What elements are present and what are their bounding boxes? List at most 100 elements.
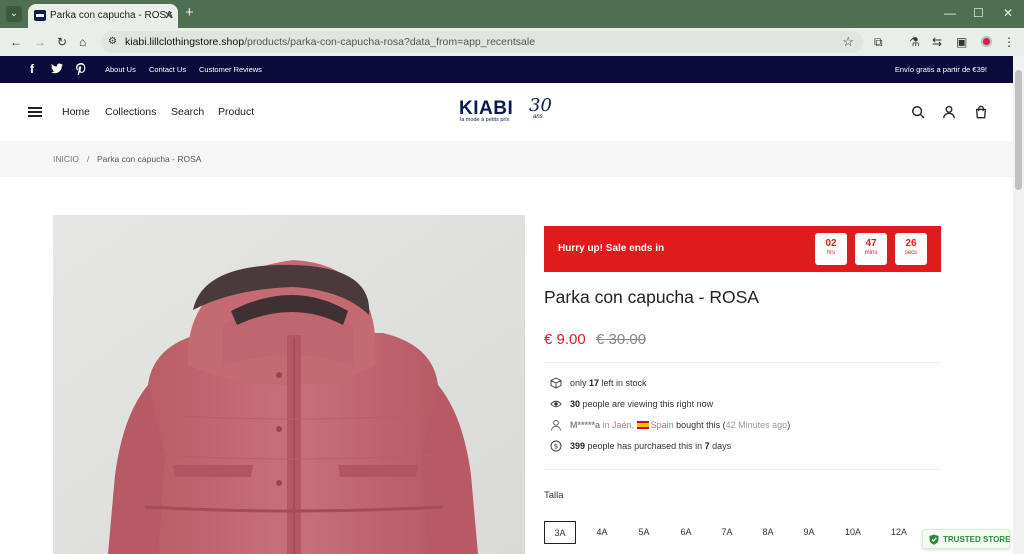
breadcrumb-home-link[interactable]: INICIO [53,154,79,164]
logo-tagline: la mode à petits prix [460,117,510,123]
spain-flag-icon [636,421,649,429]
countdown-seconds-unit: secs [904,250,918,256]
buyer-name: M*****a [570,420,601,430]
sale-price: € 9.00 [544,331,586,348]
browser-menu-icon[interactable]: ⋮ [1003,35,1015,49]
svg-text:$: $ [554,443,558,451]
page-scrollbar[interactable] [1013,56,1024,554]
size-option-8a[interactable]: 8A [752,521,784,544]
size-option-7a[interactable]: 7A [711,521,743,544]
breadcrumb-current: Parka con capucha - ROSA [97,154,202,164]
side-panel-icon[interactable]: ▣ [956,35,967,49]
profile-avatar[interactable] [981,36,992,47]
tab-title: Parka con capucha - ROSA [50,10,173,21]
hamburger-menu-icon[interactable] [28,107,42,117]
site-info-icon[interactable]: ⚙ [108,36,117,47]
facebook-icon[interactable]: f [30,63,34,76]
purchased-suffix: days [709,441,732,451]
about-us-link[interactable]: About Us [105,65,136,74]
countdown-minutes-unit: mins [864,250,878,256]
contact-us-link[interactable]: Contact Us [149,65,186,74]
stock-count: 17 [589,378,600,388]
trusted-store-badge[interactable]: TRUSTED STORE [922,529,1010,549]
countdown-minutes: 47 mins [855,233,887,265]
browser-tab[interactable]: Parka con capucha - ROSA ✕ [28,4,178,28]
close-window-icon[interactable]: ✕ [1003,6,1013,20]
logo-30: 30 [529,95,552,116]
page-viewport: f About Us Contact Us Customer Reviews E… [0,56,1013,554]
free-shipping-note: Envío gratis a partir de €39! [894,65,987,74]
minimize-icon[interactable]: — [944,6,956,20]
new-tab-icon[interactable]: + [185,5,194,21]
countdown-hours-unit: hrs [826,250,836,256]
box-icon [550,377,562,389]
translate-icon[interactable]: ⇆ [932,35,942,49]
close-tab-icon[interactable]: ✕ [164,9,173,22]
kiabi-favicon-icon [34,10,46,21]
maximize-icon[interactable]: ☐ [973,6,984,20]
countdown-seconds-value: 26 [905,238,917,249]
pink-parka-illustration [53,215,525,554]
twitter-icon[interactable] [51,63,63,77]
tab-search-button[interactable]: ⌄ [6,6,22,22]
home-icon[interactable]: ⌂ [79,35,86,49]
viewers-count: 30 [570,399,581,409]
purchased-count: 399 [570,441,586,451]
hurry-text: Hurry up! Sale ends in [558,243,665,254]
nav-product[interactable]: Product [218,106,254,118]
viewers-suffix: people are viewing this right now [580,399,714,409]
scrollbar-thumb[interactable] [1015,70,1022,190]
cart-bag-icon[interactable] [974,105,988,119]
pinterest-icon[interactable] [76,63,86,78]
divider [544,362,941,363]
kiabi-logo[interactable]: KIABI 30 la mode à petits prix ans [459,95,559,128]
site-header: Home Collections Search Product KIABI 30… [0,83,1013,141]
labs-flask-icon[interactable]: ⚗ [909,35,920,49]
original-price: € 30.00 [596,331,647,348]
address-bar[interactable]: ⚙ kiabi.lillclothingstore.shop/products/… [101,31,863,53]
size-option-10a[interactable]: 10A [837,521,869,544]
buyer-country: Spain [650,420,674,430]
back-icon[interactable]: ← [10,35,22,49]
account-icon[interactable] [942,105,956,119]
extensions-icon[interactable]: ⧉ [874,35,883,49]
size-label: Talla [544,490,564,501]
size-option-3a[interactable]: 3A [544,521,576,544]
divider [544,469,941,470]
forward-icon[interactable]: → [34,35,46,49]
dollar-coin-icon: $ [550,440,562,452]
purchased-mid: people has purchased this in [585,441,705,451]
url-text[interactable]: kiabi.lillclothingstore.shop/products/pa… [125,36,535,48]
logo-ans: ans [533,114,543,120]
eye-icon [550,400,562,408]
customer-reviews-link[interactable]: Customer Reviews [199,65,262,74]
url-host: kiabi.lillclothingstore.shop [125,36,245,48]
product-title: Parka con capucha - ROSA [544,287,759,307]
url-path: /products/parka-con-capucha-rosa?data_fr… [244,36,536,48]
user-icon [551,419,561,431]
nav-collections[interactable]: Collections [105,106,156,118]
size-option-4a[interactable]: 4A [586,521,618,544]
buyer-city: Jaén [612,420,632,430]
nav-home[interactable]: Home [62,106,90,118]
purchase-time-close: ) [787,420,791,430]
trusted-store-text: TRUSTED STORE [943,535,1011,544]
size-option-6a[interactable]: 6A [670,521,702,544]
stock-prefix: only [570,378,590,388]
browser-tab-bar: ⌄ Parka con capucha - ROSA ✕ + — ☐ ✕ [0,0,1024,28]
announcement-bar: f About Us Contact Us Customer Reviews E… [0,56,1013,83]
product-image[interactable] [53,215,525,554]
shield-check-icon [929,534,939,545]
size-option-12a[interactable]: 12A [883,521,915,544]
stock-suffix: left in stock [599,378,647,388]
size-option-5a[interactable]: 5A [628,521,660,544]
reload-icon[interactable]: ↻ [57,35,67,49]
bookmark-star-icon[interactable]: ☆ [842,34,854,50]
breadcrumb: INICIO / Parka con capucha - ROSA [0,141,1013,177]
search-icon[interactable] [911,105,925,119]
browser-toolbar: ← → ↻ ⌂ ⚙ kiabi.lillclothingstore.shop/p… [0,28,1024,56]
nav-search[interactable]: Search [171,106,204,118]
countdown-hours: 02 hrs [815,233,847,265]
sale-countdown-banner: Hurry up! Sale ends in 02 hrs 47 mins 26… [544,226,941,272]
size-option-9a[interactable]: 9A [793,521,825,544]
